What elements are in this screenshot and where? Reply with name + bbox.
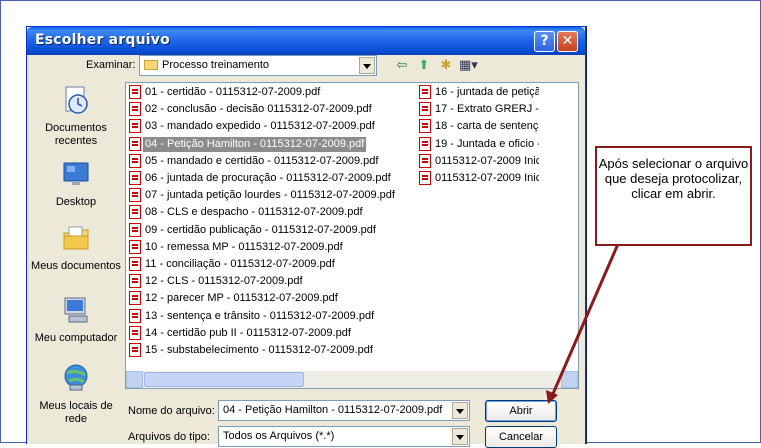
callout-text: Após selecionar o arquivo que deseja pro… — [598, 156, 749, 201]
instruction-callout: Após selecionar o arquivo que deseja pro… — [595, 146, 752, 246]
